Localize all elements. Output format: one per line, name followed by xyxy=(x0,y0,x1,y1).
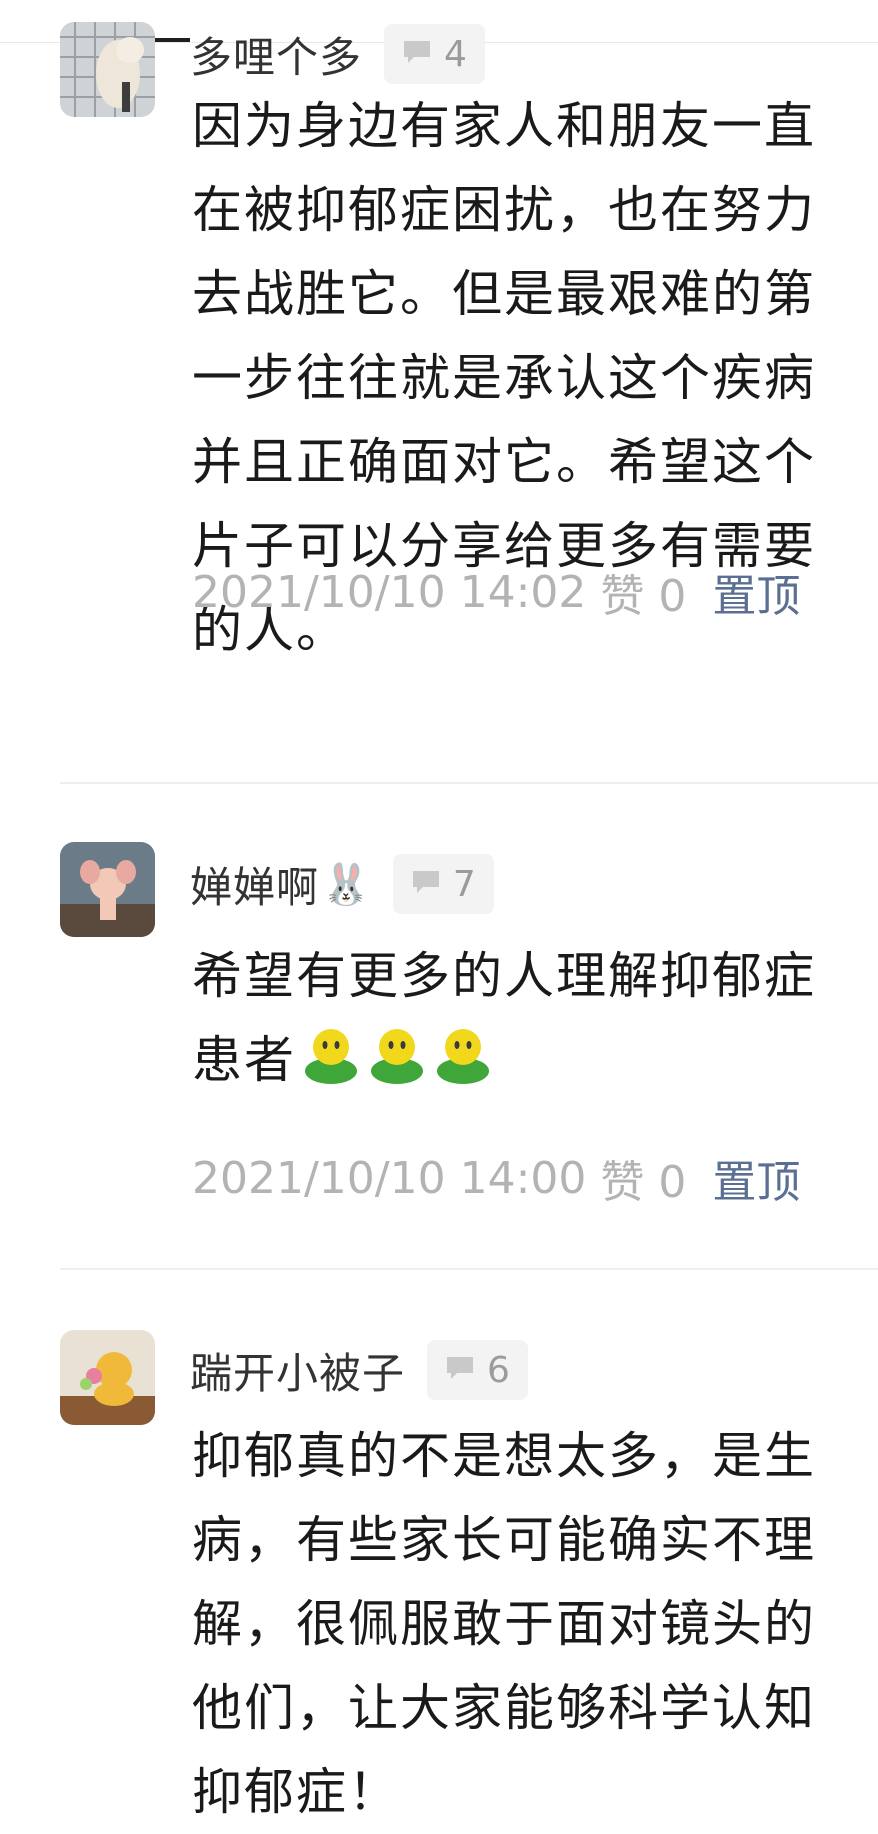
author-name[interactable]: 多哩个多 xyxy=(190,24,362,85)
comment-time: 2021/10/10 14:02 xyxy=(192,566,587,618)
reply-count-badge[interactable]: 7 xyxy=(392,854,494,914)
rabbit-emoji-icon: 🐰 xyxy=(321,861,371,908)
comment-text: 抑郁真的不是想太多，是生病，有些家长可能确实不理解，很佩服敢于面对镜头的他们，让… xyxy=(192,1427,816,1821)
like-button[interactable]: 赞 0 xyxy=(600,560,686,624)
reply-count: 7 xyxy=(452,863,476,905)
reply-count: 4 xyxy=(444,33,467,75)
comment-bubble-icon xyxy=(402,39,432,69)
comment-time: 2021/10/10 14:00 xyxy=(192,1152,587,1204)
comment-text-content: 希望有更多的人理解抑郁症患者 xyxy=(192,947,816,1089)
comment-meta: 2021/10/10 14:00 赞 0 置顶 xyxy=(192,1146,800,1210)
green-smiley-emoji-icon xyxy=(432,1023,494,1110)
comment-meta: 2021/10/10 14:02 赞 0 置顶 xyxy=(192,560,800,624)
avatar[interactable] xyxy=(60,842,155,937)
reply-count: 6 xyxy=(487,1349,510,1391)
avatar[interactable] xyxy=(60,22,155,117)
author-row: 多哩个多 4 xyxy=(190,22,485,86)
reply-count-badge[interactable]: 4 xyxy=(384,24,485,84)
comment-divider xyxy=(60,782,878,784)
pin-button[interactable]: 置顶 xyxy=(712,560,800,624)
comment-bubble-icon xyxy=(411,869,441,899)
avatar[interactable] xyxy=(60,1330,155,1425)
author-row: 婵婵啊 🐰 7 xyxy=(190,852,494,916)
pin-button[interactable]: 置顶 xyxy=(712,1146,800,1210)
author-name[interactable]: 婵婵啊 xyxy=(190,854,319,915)
green-smiley-emoji-icon xyxy=(366,1023,428,1110)
green-smiley-emoji-icon xyxy=(300,1023,362,1110)
like-button[interactable]: 赞 0 xyxy=(600,1146,686,1210)
comment-bubble-icon xyxy=(445,1355,475,1385)
comment-text: 希望有更多的人理解抑郁症患者 xyxy=(192,934,852,1110)
author-name[interactable]: 踹开小被子 xyxy=(190,1340,405,1401)
comment-divider xyxy=(60,1268,878,1270)
author-row: 踹开小被子 6 xyxy=(190,1338,528,1402)
reply-count-badge[interactable]: 6 xyxy=(427,1340,528,1400)
